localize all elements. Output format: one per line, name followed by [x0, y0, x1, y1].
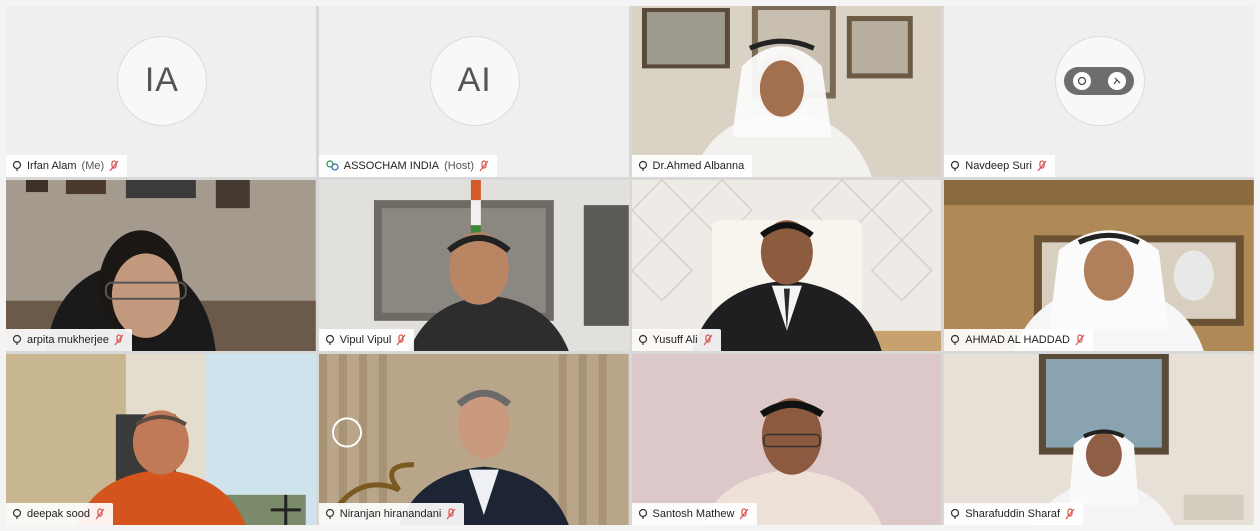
- audio-icon: [951, 334, 960, 345]
- mic-muted-icon: [109, 160, 119, 172]
- participant-name: ASSOCHAM INDIA: [343, 160, 440, 172]
- participant-name: Santosh Mathew: [652, 508, 735, 520]
- participant-name: deepak sood: [27, 508, 90, 520]
- participant-name: AHMAD AL HADDAD: [965, 334, 1070, 346]
- participant-label: Sharafuddin Sharaf: [944, 503, 1084, 525]
- video-feed: [631, 6, 942, 177]
- participant-tile-ahmad-al-haddad[interactable]: AHMAD AL HADDAD: [944, 180, 1254, 351]
- participant-tile-niranjan-hiranandani[interactable]: Niranjan hiranandani: [318, 354, 629, 525]
- participant-tile-assocham-india[interactable]: AI ASSOCHAM INDIA (Host): [318, 6, 629, 177]
- video-feed: [6, 354, 316, 525]
- mic-muted-icon: [95, 508, 105, 520]
- video-feed: [944, 354, 1254, 525]
- participant-name: arpita mukherjee: [27, 334, 109, 346]
- audio-icon: [12, 160, 22, 171]
- participant-tile-sharafuddin-sharaf[interactable]: Sharafuddin Sharaf: [944, 354, 1254, 525]
- mic-muted-icon: [114, 334, 124, 346]
- participant-name: Niranjan hiranandani: [339, 508, 442, 520]
- participant-tile-santosh-mathew[interactable]: Santosh Mathew: [631, 354, 942, 525]
- mic-muted-icon: [703, 334, 713, 346]
- video-feed: [631, 354, 942, 525]
- video-feed: [944, 180, 1254, 351]
- chat-icon: [1072, 71, 1091, 90]
- participant-label: Yusuff Ali: [631, 329, 721, 351]
- participant-label: arpita mukherjee: [6, 329, 132, 351]
- video-grid: IA Irfan Alam (Me) AI ASSOCHAM INDIA (Ho…: [6, 6, 1254, 525]
- mic-muted-icon: [479, 160, 489, 172]
- participant-label: Navdeep Suri: [944, 155, 1055, 177]
- avatar: [1055, 35, 1146, 126]
- participant-label: ASSOCHAM INDIA (Host): [318, 155, 498, 177]
- participant-role: (Host): [444, 160, 475, 172]
- host-icon: [326, 160, 339, 171]
- participant-name: Sharafuddin Sharaf: [965, 508, 1061, 520]
- video-feed: [631, 180, 942, 351]
- participant-label: Irfan Alam (Me): [6, 155, 128, 177]
- video-feed: [318, 180, 629, 351]
- mic-muted-icon: [446, 508, 456, 520]
- participant-label: AHMAD AL HADDAD: [944, 329, 1093, 351]
- audio-icon: [12, 334, 22, 345]
- participant-role: (Me): [81, 160, 105, 172]
- video-feed: [6, 180, 316, 351]
- audio-icon: [638, 508, 647, 519]
- audio-icon: [12, 508, 22, 519]
- audio-icon: [325, 508, 334, 519]
- avatar: IA: [116, 35, 207, 126]
- participant-name: Irfan Alam: [27, 160, 77, 172]
- participant-label: Vipul Vipul: [318, 329, 415, 351]
- participant-label: Santosh Mathew: [631, 503, 758, 525]
- mic-muted-icon: [1075, 334, 1085, 346]
- participant-tile-deepak-sood[interactable]: deepak sood: [6, 354, 316, 525]
- participant-tile-yusuff-ali[interactable]: Yusuff Ali: [631, 180, 942, 351]
- mic-muted-icon: [396, 334, 406, 346]
- participant-name: Yusuff Ali: [652, 334, 698, 346]
- video-feed: [318, 354, 629, 525]
- pin-icon: [1107, 71, 1126, 90]
- participant-tile-arpita-mukherjee[interactable]: arpita mukherjee: [6, 180, 316, 351]
- participant-name: Vipul Vipul: [339, 334, 392, 346]
- connecting-indicator: [1064, 66, 1135, 95]
- mic-muted-icon: [1037, 160, 1047, 172]
- audio-icon: [951, 160, 960, 171]
- audio-icon: [638, 334, 647, 345]
- audio-icon: [638, 160, 647, 171]
- mic-muted-icon: [739, 508, 749, 520]
- participant-name: Navdeep Suri: [965, 160, 1032, 172]
- audio-icon: [325, 334, 334, 345]
- avatar: AI: [429, 35, 520, 126]
- participant-tile-navdeep-suri[interactable]: Navdeep Suri: [944, 6, 1254, 177]
- participant-tile-vipul-vipul[interactable]: Vipul Vipul: [318, 180, 629, 351]
- audio-icon: [951, 508, 960, 519]
- participant-label: Niranjan hiranandani: [318, 503, 465, 525]
- participant-label: deepak sood: [6, 503, 113, 525]
- participant-name: Dr.Ahmed Albanna: [652, 160, 745, 172]
- participant-label: Dr.Ahmed Albanna: [631, 155, 753, 177]
- mic-muted-icon: [1065, 508, 1075, 520]
- participant-tile-ahmed-albanna[interactable]: Dr.Ahmed Albanna: [631, 6, 942, 177]
- participant-tile-irfan-alam[interactable]: IA Irfan Alam (Me): [6, 6, 316, 177]
